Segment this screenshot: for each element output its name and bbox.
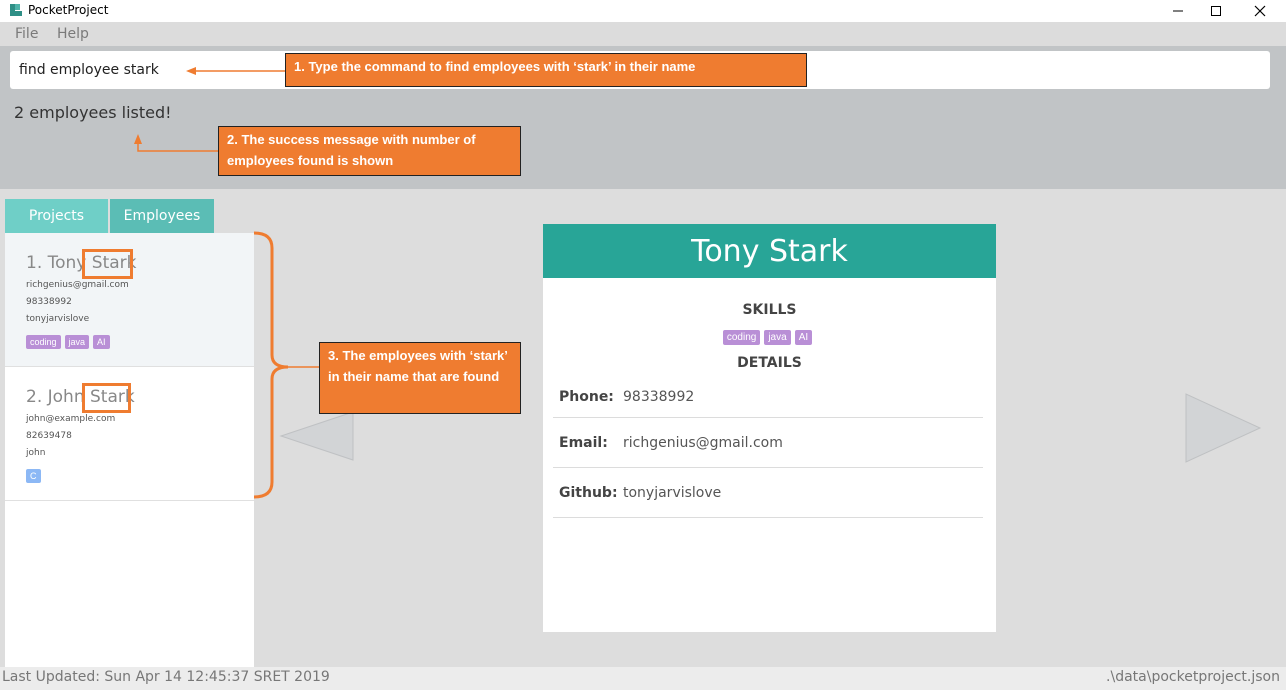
previous-arrow-icon[interactable] — [279, 411, 355, 461]
tag: coding — [26, 335, 61, 349]
app-logo-icon — [10, 4, 22, 16]
tag: AI — [794, 330, 813, 345]
main-area: Projects Employees 1. Tony Stark richgen… — [0, 189, 1286, 667]
phone-value: 98338992 — [623, 389, 695, 405]
window-title: PocketProject — [28, 3, 109, 17]
detail-row-phone: Phone: 98338992 — [553, 368, 983, 418]
status-bar: Last Updated: Sun Apr 14 12:45:37 SRET 2… — [0, 667, 1286, 690]
employee-phone: 82639478 — [26, 431, 72, 441]
detail-row-github: Github: tonyjarvislove — [553, 468, 983, 518]
detail-name: Tony Stark — [691, 233, 848, 269]
maximize-icon — [1211, 6, 1221, 16]
minimize-icon — [1173, 10, 1183, 12]
employee-list: 1. Tony Stark richgenius@gmail.com 98338… — [5, 233, 254, 667]
annotation-callout-3: 3. The employees with ‘stark’ in their n… — [319, 342, 521, 414]
employee-email: richgenius@gmail.com — [26, 280, 129, 290]
command-input-text: find employee stark — [19, 62, 159, 78]
highlight-box — [82, 249, 133, 279]
close-icon — [1254, 5, 1266, 17]
tab-employees[interactable]: Employees — [110, 199, 214, 233]
close-button[interactable] — [1240, 0, 1280, 22]
employee-github: john — [26, 448, 46, 458]
email-value: richgenius@gmail.com — [623, 435, 783, 451]
menu-help[interactable]: Help — [57, 26, 89, 42]
tag: java — [764, 330, 791, 345]
employee-first-name: John — [47, 387, 85, 407]
next-arrow-icon[interactable] — [1184, 393, 1262, 463]
github-value: tonyjarvislove — [623, 485, 722, 501]
email-label: Email: — [559, 435, 608, 451]
highlight-box — [82, 383, 131, 413]
skills-tags: coding java AI — [543, 327, 996, 345]
menu-file[interactable]: File — [15, 26, 38, 42]
skills-title: SKILLS — [742, 302, 797, 318]
detail-header: Tony Stark — [543, 224, 996, 278]
save-location: .\data\pocketproject.json — [1106, 669, 1280, 685]
github-label: Github: — [559, 485, 618, 501]
tag: coding — [722, 330, 761, 345]
minimize-button[interactable] — [1158, 0, 1198, 22]
tab-projects[interactable]: Projects — [5, 199, 108, 233]
maximize-button[interactable] — [1196, 0, 1236, 22]
employee-detail-panel: Tony Stark SKILLS coding java AI DETAILS P… — [543, 224, 996, 632]
employee-github: tonyjarvislove — [26, 314, 90, 324]
employee-tags: coding java AI — [26, 332, 114, 350]
employee-index: 2. — [26, 387, 43, 407]
employee-phone: 98338992 — [26, 297, 72, 307]
employee-first-name: Tony — [47, 253, 87, 273]
employee-tags: C — [26, 466, 45, 484]
tag: C — [26, 469, 41, 483]
annotation-callout-1: 1. Type the command to find employees wi… — [285, 53, 807, 87]
detail-row-email: Email: richgenius@gmail.com — [553, 418, 983, 468]
tag: AI — [93, 335, 110, 349]
employee-index: 1. — [26, 253, 43, 273]
last-updated: Last Updated: Sun Apr 14 12:45:37 SRET 2… — [2, 669, 330, 685]
annotation-callout-2: 2. The success message with number of em… — [218, 126, 521, 176]
menu-bar: File Help — [0, 22, 1286, 46]
title-bar: PocketProject — [0, 0, 1286, 22]
result-message: 2 employees listed! — [14, 103, 172, 122]
employee-email: john@example.com — [26, 414, 116, 424]
phone-label: Phone: — [559, 389, 614, 405]
tag: java — [64, 335, 90, 349]
